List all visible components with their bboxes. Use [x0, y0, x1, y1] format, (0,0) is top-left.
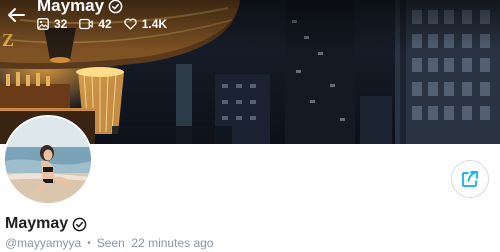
header-display-name: Maymay — [37, 0, 105, 15]
stat-likes[interactable]: 1.4K — [124, 17, 167, 31]
avatar[interactable] — [3, 115, 93, 205]
separator-dot: • — [87, 237, 91, 249]
header-name-row: Maymay — [37, 0, 123, 16]
stat-photos-count: 32 — [54, 17, 68, 31]
profile-display-name: Maymay — [5, 215, 69, 232]
verified-badge-icon — [72, 217, 87, 231]
profile-name-row: Maymay — [5, 214, 87, 234]
cover-image: Z Maymay — [0, 0, 500, 144]
username[interactable]: @mayyamyya — [5, 236, 81, 250]
verified-badge-icon — [108, 0, 123, 13]
stat-videos[interactable]: 42 — [79, 17, 112, 31]
stat-videos-count: 42 — [98, 17, 112, 31]
back-button[interactable] — [4, 4, 28, 26]
video-icon — [79, 18, 94, 30]
profile-meta: @mayyamyya • Seen 22 minutes ago — [5, 236, 213, 250]
arrow-left-icon — [8, 8, 25, 22]
avatar-photo-beach — [5, 117, 91, 203]
heart-icon — [124, 18, 137, 30]
share-icon — [462, 171, 478, 187]
header-stats: 32 42 1.4K — [37, 17, 167, 31]
stat-photos[interactable]: 32 — [37, 17, 67, 31]
share-button[interactable] — [451, 160, 489, 198]
image-icon — [37, 18, 49, 30]
stat-likes-count: 1.4K — [141, 17, 168, 31]
last-seen-status: Seen 22 minutes ago — [96, 236, 214, 250]
